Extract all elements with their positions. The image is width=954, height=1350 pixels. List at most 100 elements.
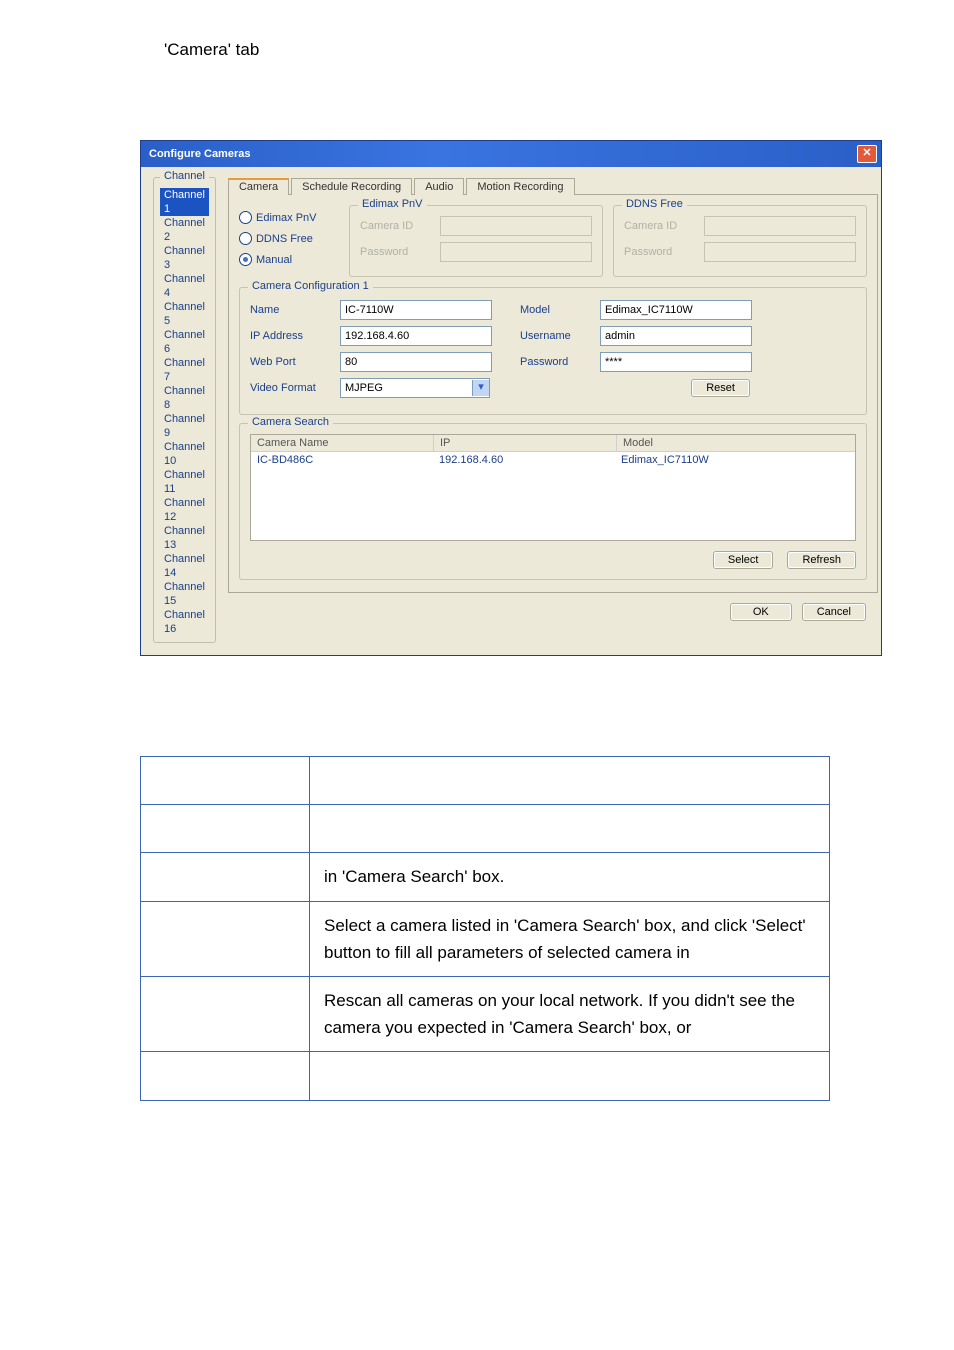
desc-cell: Rescan all cameras on your local network…: [310, 976, 830, 1051]
cancel-button[interactable]: Cancel: [802, 603, 866, 621]
channel-item[interactable]: Channel 7: [160, 356, 209, 384]
column-model[interactable]: Model: [617, 435, 855, 451]
channel-item[interactable]: Channel 15: [160, 580, 209, 608]
ok-button[interactable]: OK: [730, 603, 792, 621]
camera-id-label: Camera ID: [360, 220, 440, 232]
group-title: DDNS Free: [622, 198, 687, 210]
tab-bar: Camera Schedule Recording Audio Motion R…: [228, 177, 878, 195]
desc-cell: [141, 1052, 310, 1100]
password-input[interactable]: [600, 352, 752, 372]
select-button[interactable]: Select: [713, 551, 774, 569]
channel-item[interactable]: Channel 3: [160, 244, 209, 272]
mode-manual[interactable]: Manual: [239, 253, 349, 266]
channel-item[interactable]: Channel 12: [160, 496, 209, 524]
radio-icon: [239, 253, 252, 266]
camera-search-group: Camera Search Camera Name IP Model IC-BD…: [239, 423, 867, 580]
pnv-camera-id-input: [440, 216, 592, 236]
table-row[interactable]: IC-BD486C 192.168.4.60 Edimax_IC7110W: [251, 452, 855, 468]
cell-camera-name: IC-BD486C: [251, 452, 433, 468]
video-format-select[interactable]: MJPEG ▾: [340, 378, 490, 398]
channel-group: Channel Channel 1 Channel 2 Channel 3 Ch…: [153, 177, 216, 643]
table-row: Rescan all cameras on your local network…: [141, 976, 830, 1051]
table-row: [141, 757, 830, 805]
mode-ddns-free[interactable]: DDNS Free: [239, 232, 349, 245]
name-label: Name: [250, 304, 340, 316]
channel-item[interactable]: Channel 4: [160, 272, 209, 300]
desc-cell: [141, 805, 310, 853]
channel-item[interactable]: Channel 1: [160, 188, 209, 216]
desc-cell: [310, 757, 830, 805]
tab-schedule-recording[interactable]: Schedule Recording: [291, 178, 412, 195]
ddns-password-input: [704, 242, 856, 262]
ip-address-input[interactable]: [340, 326, 492, 346]
name-input[interactable]: [340, 300, 492, 320]
column-camera-name[interactable]: Camera Name: [251, 435, 434, 451]
camera-search-grid: Camera Name IP Model IC-BD486C 192.168.4…: [250, 434, 856, 541]
radio-icon: [239, 232, 252, 245]
desc-cell: [141, 853, 310, 901]
desc-cell: [141, 976, 310, 1051]
desc-cell: [310, 1052, 830, 1100]
chevron-down-icon[interactable]: ▾: [472, 380, 489, 396]
desc-cell: [310, 805, 830, 853]
mode-edimax-pnv[interactable]: Edimax PnV: [239, 211, 349, 224]
video-format-label: Video Format: [250, 382, 340, 394]
channel-item[interactable]: Channel 13: [160, 524, 209, 552]
group-title: Camera Configuration 1: [248, 280, 373, 292]
camera-id-label: Camera ID: [624, 220, 704, 232]
channel-item[interactable]: Channel 11: [160, 468, 209, 496]
table-row: in 'Camera Search' box.: [141, 853, 830, 901]
desc-cell: [141, 757, 310, 805]
configure-cameras-dialog: Configure Cameras ✕ Channel Channel 1 Ch…: [140, 140, 882, 656]
channel-item[interactable]: Channel 2: [160, 216, 209, 244]
channel-item[interactable]: Channel 5: [160, 300, 209, 328]
select-value: MJPEG: [341, 382, 472, 394]
channel-item[interactable]: Channel 10: [160, 440, 209, 468]
radio-icon: [239, 211, 252, 224]
ddns-free-group: DDNS Free Camera ID Password: [613, 205, 867, 277]
channel-list: Channel 1 Channel 2 Channel 3 Channel 4 …: [160, 188, 209, 636]
username-label: Username: [520, 330, 600, 342]
channel-item[interactable]: Channel 8: [160, 384, 209, 412]
channel-item[interactable]: Channel 6: [160, 328, 209, 356]
cell-model: Edimax_IC7110W: [615, 452, 855, 468]
close-icon[interactable]: ✕: [857, 145, 877, 163]
edimax-pnv-group: Edimax PnV Camera ID Password: [349, 205, 603, 277]
camera-configuration-group: Camera Configuration 1 Name Model IP Add…: [239, 287, 867, 415]
model-input[interactable]: [600, 300, 752, 320]
channel-item[interactable]: Channel 14: [160, 552, 209, 580]
password-label: Password: [520, 356, 600, 368]
reset-button[interactable]: Reset: [691, 379, 750, 397]
refresh-button[interactable]: Refresh: [787, 551, 856, 569]
mode-label: Manual: [256, 254, 292, 266]
description-table: in 'Camera Search' box. Select a camera …: [140, 756, 830, 1101]
password-label: Password: [360, 246, 440, 258]
column-ip[interactable]: IP: [434, 435, 617, 451]
channel-item[interactable]: Channel 9: [160, 412, 209, 440]
page-title: 'Camera' tab: [164, 40, 814, 60]
desc-cell: [141, 901, 310, 976]
tab-motion-recording[interactable]: Motion Recording: [466, 178, 574, 195]
pnv-password-input: [440, 242, 592, 262]
username-input[interactable]: [600, 326, 752, 346]
cell-ip: 192.168.4.60: [433, 452, 615, 468]
mode-label: DDNS Free: [256, 233, 313, 245]
tab-audio[interactable]: Audio: [414, 178, 464, 195]
dialog-title: Configure Cameras: [149, 148, 250, 160]
table-row: Select a camera listed in 'Camera Search…: [141, 901, 830, 976]
group-title: Edimax PnV: [358, 198, 427, 210]
web-port-input[interactable]: [340, 352, 492, 372]
desc-cell: in 'Camera Search' box.: [310, 853, 830, 901]
ip-address-label: IP Address: [250, 330, 340, 342]
camera-tab-panel: Edimax PnV DDNS Free Manual: [228, 195, 878, 593]
channel-item[interactable]: Channel 16: [160, 608, 209, 636]
tab-camera[interactable]: Camera: [228, 178, 289, 195]
desc-cell: Select a camera listed in 'Camera Search…: [310, 901, 830, 976]
mode-label: Edimax PnV: [256, 212, 317, 224]
web-port-label: Web Port: [250, 356, 340, 368]
group-title: Camera Search: [248, 416, 333, 428]
table-row: [141, 1052, 830, 1100]
model-label: Model: [520, 304, 600, 316]
channel-group-label: Channel: [160, 170, 209, 182]
dialog-titlebar: Configure Cameras ✕: [141, 141, 881, 167]
